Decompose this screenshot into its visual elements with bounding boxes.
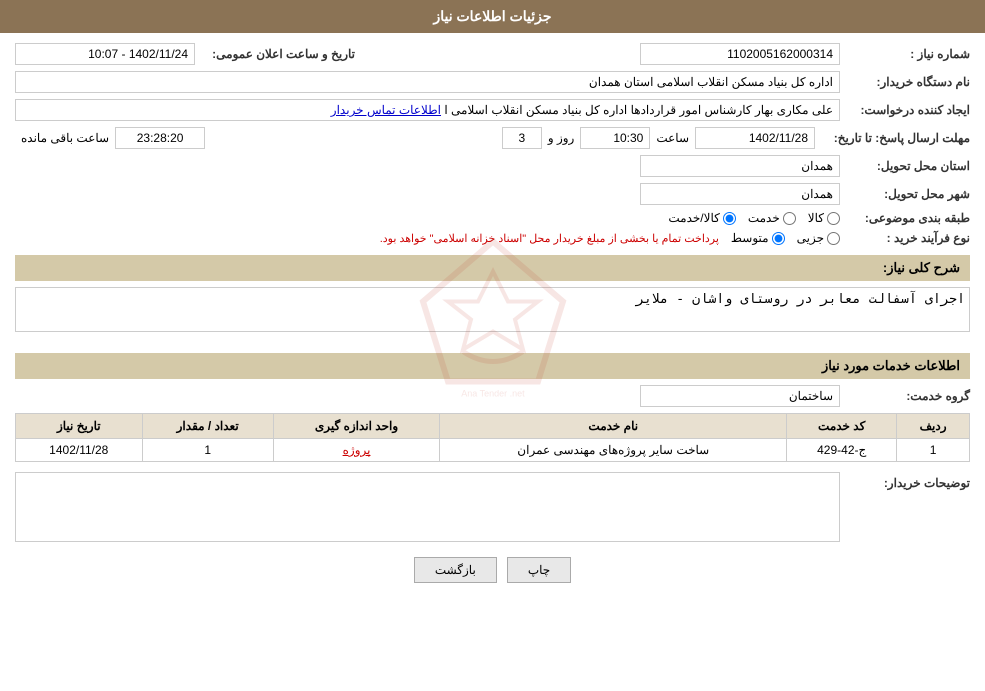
remaining-label: ساعت باقی مانده [15,131,115,145]
radio-motavasset-input[interactable] [772,232,785,245]
shahr-value: همدان [640,183,840,205]
radio-motavasset-label: متوسط [731,231,769,245]
row-shahr: شهر محل تحویل: همدان [15,183,970,205]
nove-farayand-label: نوع فرآیند خرید : [840,231,970,245]
page-title: جزئیات اطلاعات نیاز [433,8,551,24]
page-wrapper: جزئیات اطلاعات نیاز Ana Tender .net شمار… [0,0,985,691]
row-tosifat: توضیحات خریدار: [15,472,970,542]
sharh-kolli-area: // Will be populated by bind logic below [15,287,970,343]
eijad-konande-link[interactable]: اطلاعات تماس خریدار [331,103,441,117]
radio-kala-label: کالا [808,211,824,225]
row-tabaqhe: طبقه بندی موضوعی: کالا خدمت کالا/خدمت [15,211,970,225]
nove-farayand-note: پرداخت تمام یا بخشی از مبلغ خریدار محل "… [380,232,719,245]
radio-khedmat[interactable]: خدمت [748,211,796,225]
radio-kala[interactable]: کالا [808,211,840,225]
row-mohlat-ersal: مهلت ارسال پاسخ: تا تاریخ: 1402/11/28 سا… [15,127,970,149]
tosifat-label: توضیحات خریدار: [840,472,970,490]
ostan-label: استان محل تحویل: [840,159,970,173]
table-cell: ج-42-429 [787,439,897,462]
row-ostan: استان محل تحویل: همدان [15,155,970,177]
shahr-label: شهر محل تحویل: [840,187,970,201]
row-nam-dastgah: نام دستگاه خریدار: اداره کل بنیاد مسکن ا… [15,71,970,93]
tosifat-textarea[interactable] [15,472,840,542]
mohlat-ersal-label: مهلت ارسال پاسخ: تا تاریخ: [815,131,970,145]
table-cell: 1 [897,439,970,462]
radio-jazzi-input[interactable] [827,232,840,245]
saat-label: ساعت [650,131,695,145]
groh-khadamat-value: ساختمان [640,385,840,407]
remaining-time-value: 23:28:20 [115,127,205,149]
table-head: ردیف کد خدمت نام خدمت واحد اندازه گیری ت… [16,414,970,439]
eijad-konande-text: علی مکاری بهار کارشناس امور قراردادها اد… [444,103,833,117]
tabaqhe-label: طبقه بندی موضوعی: [840,211,970,225]
nove-farayand-radio-group: جزیی متوسط پرداخت تمام یا بخشی از مبلغ خ… [380,231,840,245]
tarikh-pub-label: تاریخ و ساعت اعلان عمومی: [195,47,355,61]
tabaqhe-radio-group: کالا خدمت کالا/خدمت [668,211,840,225]
shomare-niaz-label: شماره نیاز : [840,47,970,61]
col-radif: ردیف [897,414,970,439]
table-cell: ساخت سایر پروژه‌های مهندسی عمران [440,439,787,462]
col-vahed: واحد اندازه گیری [273,414,439,439]
groh-khadamat-label: گروه خدمت: [840,389,970,403]
page-header: جزئیات اطلاعات نیاز [0,0,985,33]
radio-jazzi-label: جزیی [797,231,824,245]
col-nam-khedmat: نام خدمت [440,414,787,439]
col-kod-khedmat: کد خدمت [787,414,897,439]
shomare-niaz-value: 1102005162000314 [640,43,840,65]
table-row: 1ج-42-429ساخت سایر پروژه‌های مهندسی عمرا… [16,439,970,462]
col-tedad: تعداد / مقدار [142,414,273,439]
table-header-row: ردیف کد خدمت نام خدمت واحد اندازه گیری ت… [16,414,970,439]
radio-kala-khedmat[interactable]: کالا/خدمت [668,211,735,225]
khadamat-section-title: اطلاعات خدمات مورد نیاز [15,353,970,379]
row-eijad-konande: ایجاد کننده درخواست: علی مکاری بهار کارش… [15,99,970,121]
chap-button[interactable]: چاپ [507,557,571,583]
nam-dastgah-label: نام دستگاه خریدار: [840,75,970,89]
eijad-konande-value: علی مکاری بهار کارشناس امور قراردادها اد… [15,99,840,121]
row-nove-farayand: نوع فرآیند خرید : جزیی متوسط پرداخت تمام… [15,231,970,245]
radio-jazzi[interactable]: جزیی [797,231,840,245]
table-cell: 1402/11/28 [16,439,143,462]
roz-value: 3 [502,127,542,149]
saat-value: 10:30 [580,127,650,149]
radio-khedmat-input[interactable] [783,212,796,225]
eijad-konande-label: ایجاد کننده درخواست: [840,103,970,117]
nam-dastgah-value: اداره کل بنیاد مسکن انقلاب اسلامی استان … [15,71,840,93]
sharh-kolli-title: شرح کلی نیاز: [15,255,970,281]
table-cell: پروژه [273,439,439,462]
radio-motavasset[interactable]: متوسط [731,231,785,245]
col-tarikh: تاریخ نیاز [16,414,143,439]
content-area: Ana Tender .net شماره نیاز : 11020051620… [0,33,985,593]
services-table: ردیف کد خدمت نام خدمت واحد اندازه گیری ت… [15,413,970,462]
tarikh-pub-value: 1402/11/24 - 10:07 [15,43,195,65]
radio-kala-input[interactable] [827,212,840,225]
table-body: 1ج-42-429ساخت سایر پروژه‌های مهندسی عمرا… [16,439,970,462]
button-row: چاپ بازگشت [15,557,970,583]
row-shomare-niaz: شماره نیاز : 1102005162000314 تاریخ و سا… [15,43,970,65]
ostan-value: همدان [640,155,840,177]
sharh-kolli-textarea[interactable] [15,287,970,332]
radio-kala-khedmat-label: کالا/خدمت [668,211,719,225]
mohlat-date-value: 1402/11/28 [695,127,815,149]
row-groh-khadamat: گروه خدمت: ساختمان [15,385,970,407]
bazgasht-button[interactable]: بازگشت [414,557,497,583]
table-cell: 1 [142,439,273,462]
radio-kala-khedmat-input[interactable] [723,212,736,225]
radio-khedmat-label: خدمت [748,211,780,225]
roz-label: روز و [542,131,581,145]
